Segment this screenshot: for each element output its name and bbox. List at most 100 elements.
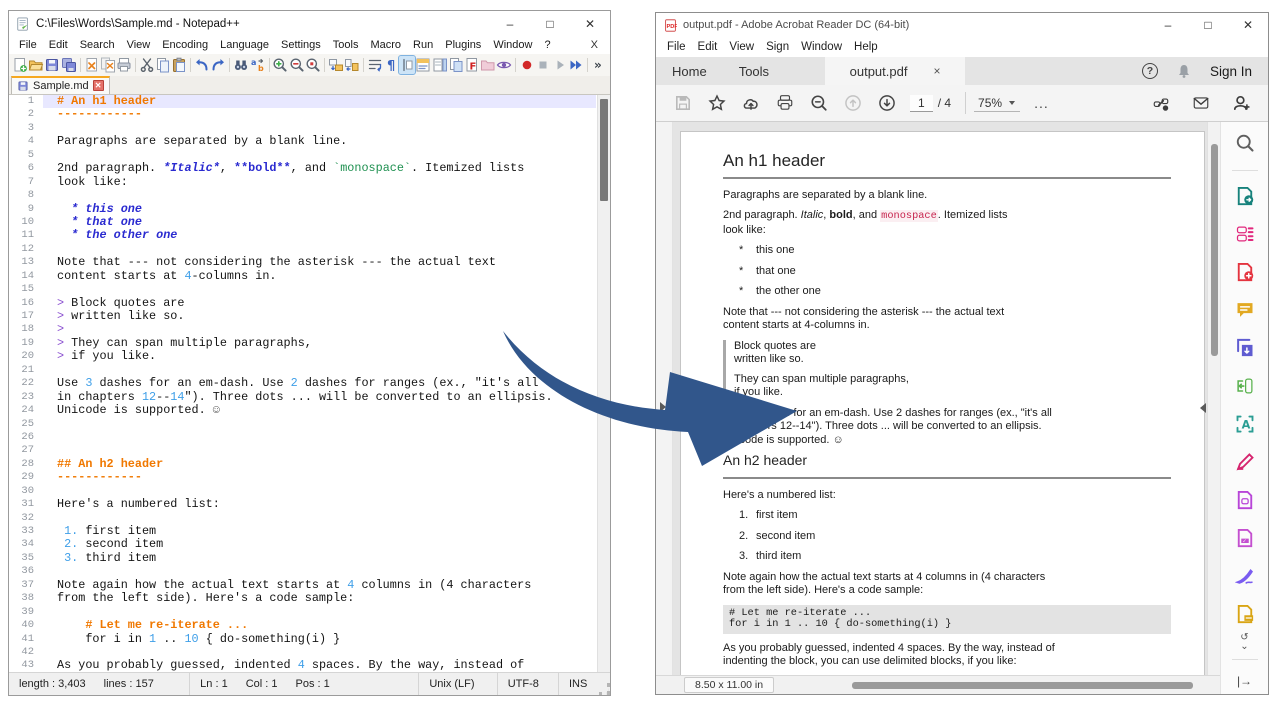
more-tools-collapsed-icon[interactable]: ↺⌄ xyxy=(1240,633,1248,651)
zoom-level-dropdown[interactable]: 75% xyxy=(974,95,1020,112)
zoom-out-icon[interactable] xyxy=(289,56,305,74)
stamp-icon[interactable]: ✓ xyxy=(1234,527,1256,549)
copy-icon[interactable] xyxy=(155,56,171,74)
acrobat-minimize-button[interactable]: – xyxy=(1148,13,1188,37)
profile-add-icon[interactable] xyxy=(1224,90,1258,116)
certificates-icon[interactable] xyxy=(1234,565,1256,587)
folder-workspace-icon[interactable] xyxy=(480,56,496,74)
npp-menu-search[interactable]: Search xyxy=(74,38,121,52)
preview-icon[interactable] xyxy=(496,56,512,74)
help-icon[interactable]: ? xyxy=(1142,63,1158,79)
page-down-icon[interactable] xyxy=(870,90,904,116)
send-comments-icon[interactable] xyxy=(1234,603,1256,625)
function-list-icon[interactable] xyxy=(415,56,431,74)
npp-menubar-close-icon[interactable]: X xyxy=(591,39,606,51)
acrobat-titlebar[interactable]: PDF output.pdf - Adobe Acrobat Reader DC… xyxy=(656,13,1268,37)
acrobat-menu-edit[interactable]: Edit xyxy=(692,40,724,54)
record-macro-icon[interactable] xyxy=(519,56,535,74)
expand-nav-pane-icon[interactable] xyxy=(660,402,666,412)
npp-tab-close-icon[interactable]: ✕ xyxy=(93,80,104,91)
npp-minimize-button[interactable]: – xyxy=(490,11,530,36)
new-file-icon[interactable] xyxy=(12,56,28,74)
npp-menu-plugins[interactable]: Plugins xyxy=(439,38,487,52)
pdf-scrollbar-thumb[interactable] xyxy=(1211,144,1218,356)
npp-menu-window[interactable]: Window xyxy=(487,38,538,52)
run-macro-multi-icon[interactable] xyxy=(568,56,584,74)
acrobat-menu-file[interactable]: File xyxy=(661,40,692,54)
npp-editor[interactable]: 1# An h1 header2------------34Paragraphs… xyxy=(9,95,610,672)
export-pdf-icon[interactable] xyxy=(1234,185,1256,207)
acrobat-close-button[interactable]: ✕ xyxy=(1228,13,1268,37)
npp-menu-view[interactable]: View xyxy=(121,38,157,52)
npp-close-button[interactable]: ✕ xyxy=(570,11,610,36)
npp-menu-language[interactable]: Language xyxy=(214,38,275,52)
stop-macro-icon[interactable] xyxy=(535,56,551,74)
acrobat-maximize-button[interactable]: □ xyxy=(1188,13,1228,37)
acrobat-menu-sign[interactable]: Sign xyxy=(760,40,795,54)
npp-menu-run[interactable]: Run xyxy=(407,38,439,52)
create-pdf-icon[interactable] xyxy=(1234,261,1256,283)
organize-pages-icon[interactable] xyxy=(1234,223,1256,245)
tab-tools[interactable]: Tools xyxy=(723,57,785,85)
npp-maximize-button[interactable]: □ xyxy=(530,11,570,36)
find-icon[interactable] xyxy=(233,56,249,74)
search-icon[interactable] xyxy=(1234,132,1256,154)
email-icon[interactable] xyxy=(1184,90,1218,116)
open-file-icon[interactable] xyxy=(28,56,44,74)
close-file-icon[interactable] xyxy=(83,56,99,74)
navigation-pane-strip[interactable] xyxy=(656,122,673,675)
print-icon[interactable] xyxy=(768,90,802,116)
comment-icon[interactable] xyxy=(1234,299,1256,321)
npp-titlebar[interactable]: C:\Files\Words\Sample.md - Notepad++ – □… xyxy=(9,11,610,36)
npp-menu-tools[interactable]: Tools xyxy=(327,38,365,52)
npp-menu-help[interactable]: ? xyxy=(538,38,556,52)
undo-icon[interactable] xyxy=(194,56,210,74)
npp-tab-sample-md[interactable]: Sample.md ✕ xyxy=(11,76,110,94)
redo-icon[interactable] xyxy=(210,56,226,74)
show-symbols-icon[interactable]: ¶ xyxy=(383,56,399,74)
search-icon[interactable] xyxy=(802,90,836,116)
npp-menu-encoding[interactable]: Encoding xyxy=(156,38,214,52)
star-icon[interactable] xyxy=(700,90,734,116)
scan-ocr-icon[interactable]: A xyxy=(1234,413,1256,435)
expand-rail-icon[interactable]: |→ xyxy=(1237,674,1252,688)
more-tools-button[interactable]: ... xyxy=(1034,95,1049,111)
share-link-icon[interactable] xyxy=(1144,90,1178,116)
npp-menu-edit[interactable]: Edit xyxy=(43,38,74,52)
document-tab-close-icon[interactable]: × xyxy=(933,64,940,78)
acrobat-menu-window[interactable]: Window xyxy=(795,40,848,54)
pdf-vertical-scrollbar[interactable] xyxy=(1207,122,1220,675)
overflow-chevron-icon[interactable]: » xyxy=(591,56,607,74)
page-up-icon[interactable] xyxy=(836,90,870,116)
acrobat-menu-help[interactable]: Help xyxy=(848,40,884,54)
monitoring-icon[interactable]: F xyxy=(464,56,480,74)
pdf-horizontal-scrollbar[interactable] xyxy=(784,681,1210,690)
collapse-tools-pane-icon[interactable] xyxy=(1200,403,1206,413)
npp-menu-file[interactable]: File xyxy=(13,38,43,52)
compress-pdf-icon[interactable] xyxy=(1234,375,1256,397)
combine-files-icon[interactable] xyxy=(1234,337,1256,359)
npp-menu-settings[interactable]: Settings xyxy=(275,38,327,52)
paste-icon[interactable] xyxy=(171,56,187,74)
notifications-bell-icon[interactable] xyxy=(1176,63,1192,79)
zoom-restore-icon[interactable] xyxy=(305,56,321,74)
npp-menu-macro[interactable]: Macro xyxy=(364,38,407,52)
sign-in-button[interactable]: Sign In xyxy=(1210,64,1252,79)
doc-map-icon[interactable] xyxy=(432,56,448,74)
npp-vertical-scrollbar[interactable] xyxy=(597,95,610,672)
save-icon[interactable] xyxy=(666,90,700,116)
edit-pdf-icon[interactable] xyxy=(1234,489,1256,511)
acrobat-menu-view[interactable]: View xyxy=(723,40,760,54)
replace-icon[interactable]: ab xyxy=(249,56,265,74)
word-wrap-icon[interactable] xyxy=(367,56,383,74)
cut-icon[interactable] xyxy=(139,56,155,74)
close-all-icon[interactable] xyxy=(100,56,116,74)
indent-guide-icon[interactable] xyxy=(399,56,415,74)
status-encoding[interactable]: UTF-8 xyxy=(498,673,559,695)
status-insert-mode[interactable]: INS xyxy=(559,673,597,695)
npp-scrollbar-thumb[interactable] xyxy=(600,99,608,201)
pdf-canvas[interactable]: An h1 headerParagraphs are separated by … xyxy=(673,122,1220,675)
page-number-input[interactable]: 1 xyxy=(910,95,933,112)
pdf-hscrollbar-thumb[interactable] xyxy=(852,682,1193,689)
save-all-icon[interactable] xyxy=(60,56,76,74)
